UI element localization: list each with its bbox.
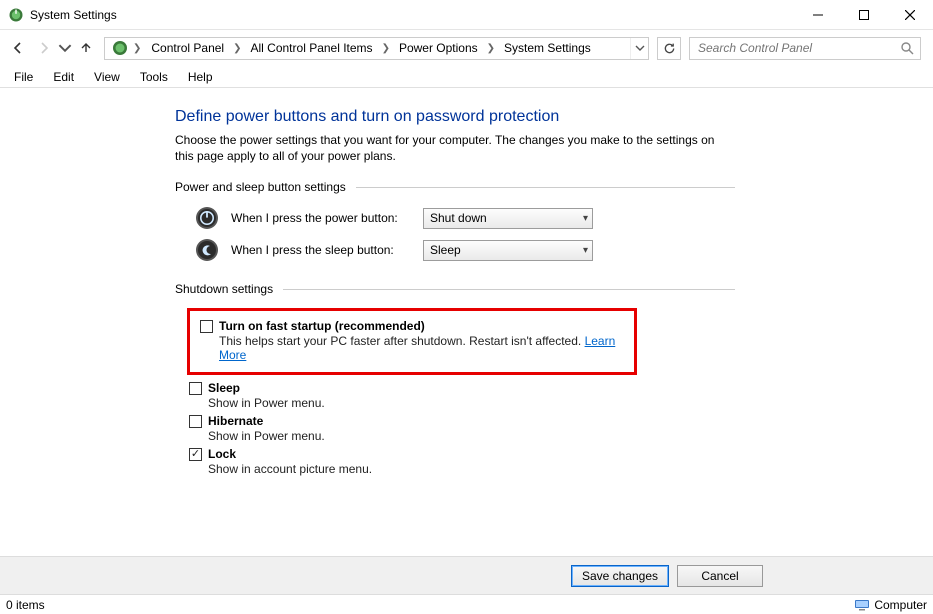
search-input[interactable]: [696, 40, 900, 56]
maximize-button[interactable]: [841, 0, 887, 30]
hibernate-option: Hibernate Show in Power menu.: [189, 414, 933, 443]
back-button[interactable]: [6, 36, 30, 60]
fast-startup-option: Turn on fast startup (recommended) This …: [200, 319, 624, 362]
select-value: Shut down: [430, 211, 487, 225]
status-left: 0 items: [6, 598, 854, 612]
save-label: Save changes: [582, 569, 658, 583]
chevron-right-icon: ❯: [380, 43, 392, 54]
section-shutdown: Shutdown settings: [175, 282, 735, 296]
lock-title: Lock: [208, 447, 372, 461]
breadcrumb-item[interactable]: Power Options: [395, 39, 482, 57]
breadcrumb: Control Panel ❯ All Control Panel Items …: [143, 37, 630, 60]
cancel-label: Cancel: [701, 569, 738, 583]
computer-icon: [854, 599, 870, 611]
select-value: Sleep: [430, 243, 461, 257]
fast-startup-desc-text: This helps start your PC faster after sh…: [219, 334, 585, 348]
menu-view[interactable]: View: [86, 68, 128, 86]
sleep-option: Sleep Show in Power menu.: [189, 381, 933, 410]
power-icon: [195, 206, 219, 230]
minimize-button[interactable]: [795, 0, 841, 30]
address-dropdown-button[interactable]: [630, 38, 648, 59]
sleep-button-row: When I press the sleep button: Sleep ▾: [195, 238, 933, 262]
hibernate-title: Hibernate: [208, 414, 325, 428]
chevron-down-icon: ▾: [583, 245, 588, 256]
lock-checkbox[interactable]: [189, 448, 202, 461]
recent-locations-button[interactable]: [58, 36, 72, 60]
fast-startup-desc: This helps start your PC faster after sh…: [219, 334, 624, 362]
section-label: Power and sleep button settings: [175, 180, 346, 194]
address-bar[interactable]: ❯ Control Panel ❯ All Control Panel Item…: [104, 37, 649, 60]
page-description: Choose the power settings that you want …: [175, 132, 735, 164]
app-icon: [8, 7, 24, 23]
button-bar: Save changes Cancel: [0, 556, 933, 594]
menu-tools[interactable]: Tools: [132, 68, 176, 86]
location-icon: [111, 39, 129, 57]
content-area: Define power buttons and turn on passwor…: [0, 88, 933, 556]
sleep-desc: Show in Power menu.: [208, 396, 325, 410]
sleep-checkbox[interactable]: [189, 382, 202, 395]
close-button[interactable]: [887, 0, 933, 30]
power-button-row: When I press the power button: Shut down…: [195, 206, 933, 230]
title-bar: System Settings: [0, 0, 933, 30]
breadcrumb-item[interactable]: Control Panel: [147, 39, 228, 57]
breadcrumb-item[interactable]: All Control Panel Items: [247, 39, 377, 57]
power-button-label: When I press the power button:: [231, 211, 411, 225]
chevron-down-icon: ▾: [583, 213, 588, 224]
divider: [356, 187, 735, 188]
window-title: System Settings: [30, 8, 117, 22]
section-label: Shutdown settings: [175, 282, 273, 296]
chevron-right-icon: ❯: [131, 43, 143, 54]
sleep-title: Sleep: [208, 381, 325, 395]
page-heading: Define power buttons and turn on passwor…: [175, 108, 933, 126]
fast-startup-checkbox[interactable]: [200, 320, 213, 333]
chevron-right-icon: ❯: [231, 43, 243, 54]
sleep-button-label: When I press the sleep button:: [231, 243, 411, 257]
cancel-button[interactable]: Cancel: [677, 565, 763, 587]
chevron-right-icon: ❯: [485, 43, 497, 54]
highlight-box: Turn on fast startup (recommended) This …: [187, 308, 637, 375]
menu-bar: File Edit View Tools Help: [0, 66, 933, 88]
divider: [283, 289, 735, 290]
sleep-icon: [195, 238, 219, 262]
search-box[interactable]: [689, 37, 921, 60]
search-icon: [900, 41, 914, 55]
menu-help[interactable]: Help: [180, 68, 221, 86]
status-right: Computer: [874, 598, 927, 612]
hibernate-desc: Show in Power menu.: [208, 429, 325, 443]
sleep-button-select[interactable]: Sleep ▾: [423, 240, 593, 261]
fast-startup-title: Turn on fast startup (recommended): [219, 319, 624, 333]
lock-option: Lock Show in account picture menu.: [189, 447, 933, 476]
save-changes-button[interactable]: Save changes: [571, 565, 669, 587]
power-button-select[interactable]: Shut down ▾: [423, 208, 593, 229]
section-power-buttons: Power and sleep button settings: [175, 180, 735, 194]
breadcrumb-item[interactable]: System Settings: [500, 39, 595, 57]
nav-bar: ❯ Control Panel ❯ All Control Panel Item…: [0, 30, 933, 66]
menu-file[interactable]: File: [6, 68, 41, 86]
forward-button[interactable]: [32, 36, 56, 60]
menu-edit[interactable]: Edit: [45, 68, 82, 86]
status-bar: 0 items Computer: [0, 594, 933, 614]
refresh-button[interactable]: [657, 37, 681, 60]
up-button[interactable]: [74, 36, 98, 60]
lock-desc: Show in account picture menu.: [208, 462, 372, 476]
hibernate-checkbox[interactable]: [189, 415, 202, 428]
